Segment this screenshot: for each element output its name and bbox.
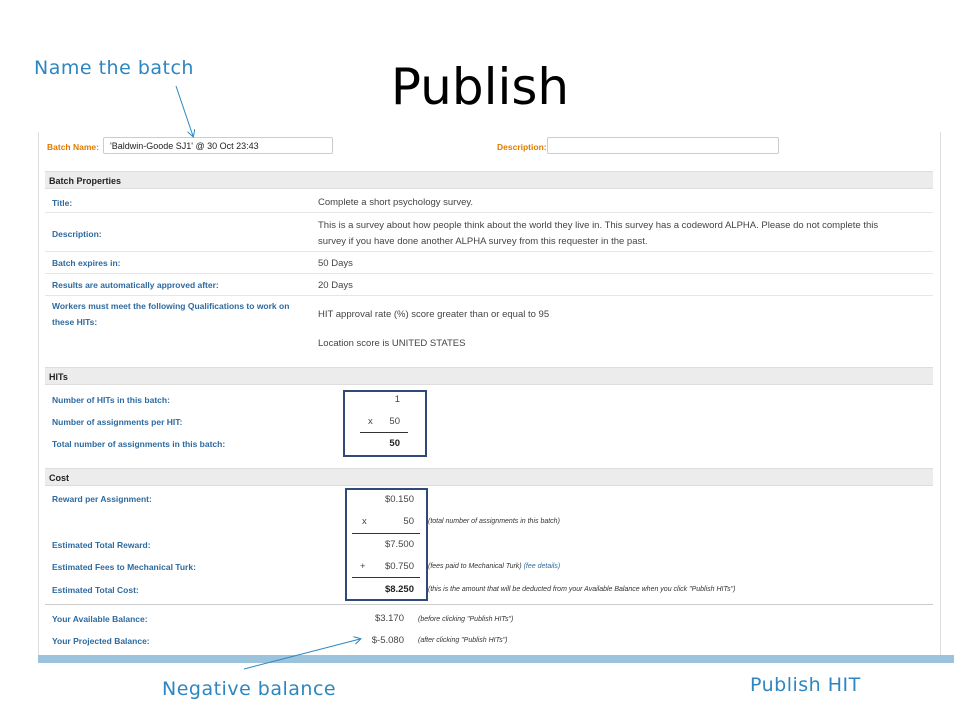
row-divider: [45, 273, 933, 274]
description-input[interactable]: [547, 137, 779, 154]
projected-balance-value: $-5.080: [371, 635, 404, 646]
description-line2: survey if you have done another ALPHA su…: [318, 236, 648, 247]
assign-per-hit-label: Number of assignments per HIT:: [52, 417, 183, 427]
qualification-approval-rate: HIT approval rate (%) score greater than…: [318, 309, 550, 320]
approved-value: 20 Days: [318, 280, 353, 291]
description-line1: This is a survey about how people think …: [318, 220, 879, 231]
annotation-publish-hit: Publish HIT: [750, 674, 861, 696]
hits-header: HITs: [45, 367, 933, 385]
fees-note-text: (fees paid to Mechanical Turk): [428, 563, 522, 570]
batch-name-input[interactable]: 'Baldwin-Goode SJ1' @ 30 Oct 23:43: [103, 137, 333, 154]
projected-balance-label: Your Projected Balance:: [52, 636, 150, 646]
batch-properties-header: Batch Properties: [45, 171, 933, 189]
qualifications-label-1: Workers must meet the following Qualific…: [52, 301, 290, 311]
expires-label: Batch expires in:: [52, 258, 121, 268]
description-prop-label: Description:: [52, 229, 102, 239]
panel-bottom-bar: [38, 655, 954, 663]
row-divider: [45, 212, 933, 213]
balance-divider: [45, 604, 933, 605]
fee-details-link[interactable]: (fee details): [524, 563, 561, 570]
approved-label: Results are automatically approved after…: [52, 280, 219, 290]
available-balance-note: (before clicking "Publish HITs"): [418, 616, 514, 623]
qualifications-label-2: these HITs:: [52, 317, 98, 327]
total-cost-note: (this is the amount that will be deducte…: [428, 586, 736, 593]
est-reward-label: Estimated Total Reward:: [52, 540, 151, 550]
row-divider: [45, 251, 933, 252]
row-divider: [45, 295, 933, 296]
expires-value: 50 Days: [318, 258, 353, 269]
available-balance-value: $3.170: [374, 613, 404, 624]
qualification-location: Location score is UNITED STATES: [318, 338, 466, 349]
available-balance-label: Your Available Balance:: [52, 614, 148, 624]
annotation-name-the-batch: Name the batch: [34, 57, 194, 79]
total-cost-label: Estimated Total Cost:: [52, 585, 139, 595]
reward-multiplier-note: (total number of assignments in this bat…: [428, 518, 560, 525]
cost-highlight-box: [345, 488, 428, 601]
fees-note: (fees paid to Mechanical Turk) (fee deta…: [428, 563, 560, 570]
projected-balance-note: (after clicking "Publish HITs"): [418, 637, 508, 644]
total-assign-label: Total number of assignments in this batc…: [52, 439, 226, 449]
title-label: Title:: [52, 198, 73, 208]
annotation-negative-balance: Negative balance: [162, 678, 337, 700]
hits-highlight-box: [343, 390, 427, 457]
cost-header: Cost: [45, 468, 933, 486]
fees-label: Estimated Fees to Mechanical Turk:: [52, 562, 196, 572]
description-label: Description:: [497, 142, 547, 152]
title-value: Complete a short psychology survey.: [318, 197, 474, 208]
reward-label: Reward per Assignment:: [52, 494, 152, 504]
num-hits-label: Number of HITs in this batch:: [52, 395, 170, 405]
batch-name-label: Batch Name:: [47, 142, 99, 152]
